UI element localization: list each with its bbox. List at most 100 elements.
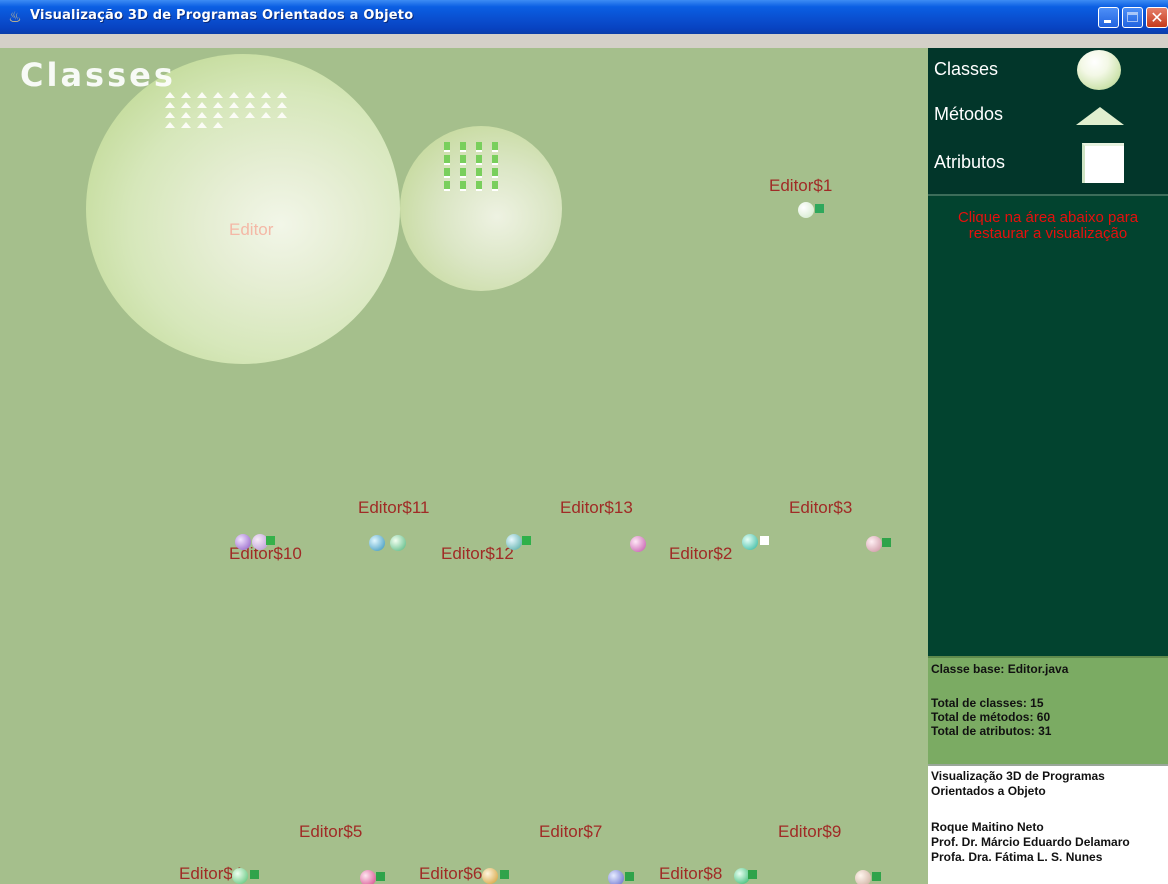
attribute-icon <box>460 181 466 191</box>
method-icon <box>277 112 287 118</box>
restore-instructions: Clique na área abaixo para restaurar a v… <box>928 210 1168 242</box>
class-sphere[interactable] <box>369 535 385 551</box>
method-icon <box>197 122 207 128</box>
method-icon <box>229 102 239 108</box>
minimize-button[interactable] <box>1098 7 1119 28</box>
sphere-icon <box>1077 50 1121 90</box>
attribute-cube <box>882 538 891 547</box>
method-icon <box>229 112 239 118</box>
class-label: Editor$13 <box>560 498 633 517</box>
attribute-icon <box>492 168 498 178</box>
legend-label-classes: Classes <box>934 59 999 79</box>
attribute-icon <box>476 155 482 165</box>
canvas-title: Classes <box>20 56 176 94</box>
attribute-icon <box>460 168 466 178</box>
class-sphere[interactable] <box>630 536 646 552</box>
window-titlebar: ♨ Visualização 3D de Programas Orientado… <box>0 0 1168 34</box>
method-icon <box>181 122 191 128</box>
total-methods-text: Total de métodos: 60 <box>931 710 1051 724</box>
method-icon <box>261 112 271 118</box>
credits-panel: Visualização 3D de Programas Orientados … <box>928 764 1168 884</box>
total-attributes-text: Total de atributos: 31 <box>931 724 1052 738</box>
method-icon <box>165 102 175 108</box>
method-icon <box>213 102 223 108</box>
method-icon <box>277 102 287 108</box>
class-label: Editor$7 <box>539 822 603 841</box>
attribute-icon <box>444 168 450 178</box>
class-sphere[interactable] <box>360 870 376 884</box>
method-triangles-grid <box>165 92 287 128</box>
method-icon <box>197 102 207 108</box>
class-label: Editor$12 <box>441 544 514 563</box>
class-label: Editor$2 <box>669 544 733 563</box>
close-icon: ✕ <box>1150 8 1164 27</box>
class-label: Editor$6 <box>419 864 483 883</box>
attribute-icon <box>492 142 498 152</box>
legend-label-methods: Métodos <box>934 104 1004 124</box>
attribute-cube <box>266 536 275 545</box>
attribute-icon <box>476 181 482 191</box>
class-sphere[interactable] <box>742 534 758 550</box>
class-sphere[interactable] <box>798 202 814 218</box>
legend-panel: Classes Métodos Atributos <box>928 48 1168 194</box>
restore-line-1: Clique na área abaixo para <box>957 209 1139 226</box>
class-sphere[interactable] <box>482 868 498 884</box>
credits-author-1: Roque Maitino Neto <box>931 820 1044 834</box>
class-sphere[interactable] <box>855 870 871 884</box>
class-label: Editor$3 <box>789 498 853 517</box>
cube-icon <box>1082 143 1124 183</box>
attribute-cube <box>250 870 259 879</box>
attribute-cube <box>760 536 769 545</box>
method-icon <box>165 112 175 118</box>
attribute-cube <box>376 872 385 881</box>
credits-title-line2: Orientados a Objeto <box>931 784 1046 798</box>
close-button[interactable]: ✕ <box>1146 7 1168 28</box>
attribute-icon <box>476 168 482 178</box>
class-label: Editor$9 <box>778 822 842 841</box>
restore-view-area[interactable]: Clique na área abaixo para restaurar a v… <box>928 194 1168 656</box>
attribute-cube <box>500 870 509 879</box>
method-icon <box>197 112 207 118</box>
class-label: Editor$11 <box>358 498 430 517</box>
class-label: Editor$5 <box>299 822 363 841</box>
class-sphere[interactable] <box>866 536 882 552</box>
class-sphere[interactable] <box>506 534 522 550</box>
attribute-cubes-grid <box>444 142 498 191</box>
method-icon <box>165 122 175 128</box>
stats-panel: Classe base: Editor.java Total de classe… <box>928 656 1168 764</box>
restore-line-2: restaurar a visualização <box>968 225 1128 242</box>
attribute-cube <box>625 872 634 881</box>
triangle-icon <box>1076 107 1124 125</box>
attribute-icon <box>476 142 482 152</box>
credits-author-3: Profa. Dra. Fátima L. S. Nunes <box>931 850 1103 864</box>
attribute-cube <box>815 204 824 213</box>
credits-author-2: Prof. Dr. Márcio Eduardo Delamaro <box>931 835 1130 849</box>
maximize-button[interactable] <box>1122 7 1143 28</box>
java-cup-icon: ♨ <box>8 8 22 26</box>
method-icon <box>261 102 271 108</box>
attribute-icon <box>444 142 450 152</box>
attribute-icon <box>492 181 498 191</box>
method-icon <box>181 102 191 108</box>
attribute-cube <box>872 872 881 881</box>
attribute-icon <box>460 142 466 152</box>
total-classes-text: Total de classes: 15 <box>931 696 1044 710</box>
class-sphere[interactable] <box>232 868 248 884</box>
class-sphere[interactable] <box>608 870 624 884</box>
attribute-icon <box>444 181 450 191</box>
method-icon <box>245 102 255 108</box>
class-sphere[interactable] <box>390 535 406 551</box>
method-icon <box>181 112 191 118</box>
attribute-icon <box>460 155 466 165</box>
credits-title-line1: Visualização 3D de Programas <box>931 769 1105 783</box>
class-sphere[interactable] <box>235 534 251 550</box>
window-title: Visualização 3D de Programas Orientados … <box>30 8 414 23</box>
method-icon <box>213 92 223 98</box>
method-icon <box>197 92 207 98</box>
class-label: Editor$1 <box>769 176 833 195</box>
attribute-icon <box>492 155 498 165</box>
visualization-canvas[interactable]: Classes Editor Editor$1 Editor$11 Editor… <box>0 48 928 884</box>
method-icon <box>181 92 191 98</box>
attribute-icon <box>444 155 450 165</box>
attribute-cube <box>522 536 531 545</box>
